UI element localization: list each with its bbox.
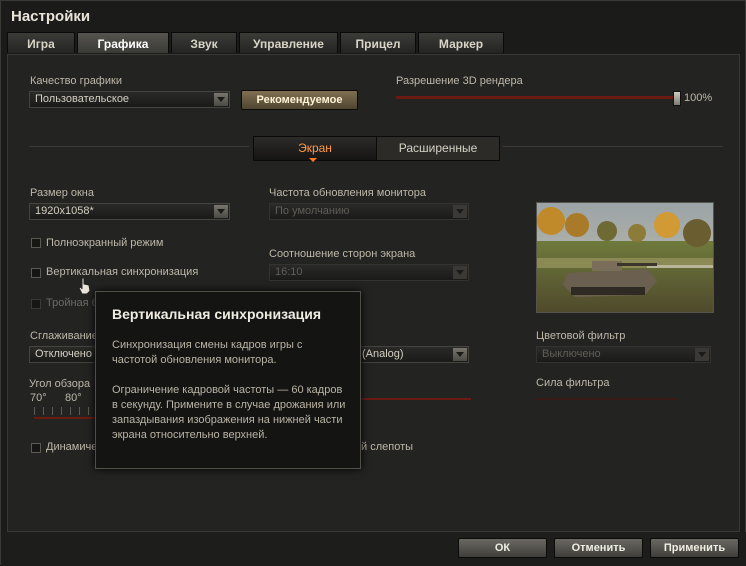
refresh-rate-select[interactable]: По умолчанию [269, 203, 469, 220]
vsync-label: Вертикальная синхронизация [46, 266, 199, 278]
triple-buffer-label: Тройная б [46, 297, 98, 309]
monitor-select-value: (Analog) [362, 348, 404, 360]
render-resolution-value: 100% [684, 92, 713, 104]
fov-max-label: 80° [65, 392, 82, 404]
chevron-down-icon [214, 93, 228, 106]
hand-cursor-icon [78, 277, 91, 295]
window-size-value: 1920x1058* [35, 205, 94, 217]
dynamic-checkbox[interactable] [31, 443, 41, 453]
recommended-button[interactable]: Рекомендуемое [241, 90, 358, 110]
colorblind-label: й слепоты [361, 441, 414, 453]
aspect-ratio-label: Соотношение сторон экрана [269, 248, 416, 260]
dynamic-label: Динамиче [46, 441, 98, 453]
chevron-down-icon [214, 205, 228, 218]
color-filter-label: Цветовой фильтр [536, 330, 626, 342]
tab-sound[interactable]: Звук [171, 32, 237, 53]
tab-marker[interactable]: Маркер [418, 32, 504, 53]
tooltip-text-2: Ограничение кадровой частоты — 60 кадров… [112, 384, 346, 441]
ok-button[interactable]: ОК [458, 538, 547, 558]
chevron-down-icon [695, 348, 709, 361]
tab-crosshair[interactable]: Прицел [340, 32, 416, 53]
quality-select[interactable]: Пользовательское [29, 91, 230, 108]
main-tabs: Игра Графика Звук Управление Прицел Марк… [7, 32, 506, 54]
apply-button[interactable]: Применить [650, 538, 739, 558]
preview-image [536, 202, 714, 313]
refresh-rate-value: По умолчанию [275, 205, 350, 217]
window-size-select[interactable]: 1920x1058* [29, 203, 230, 220]
color-filter-select[interactable]: Выключено [536, 346, 711, 363]
quality-label: Качество графики [30, 75, 122, 87]
chevron-down-icon [453, 348, 467, 361]
divider-left [29, 146, 249, 147]
aspect-ratio-select[interactable]: 16:10 [269, 264, 469, 281]
render-resolution-handle[interactable] [673, 91, 681, 106]
active-subtab-indicator-icon [309, 158, 317, 162]
tab-graphics[interactable]: Графика [77, 32, 169, 53]
filter-strength-label: Сила фильтра [536, 377, 610, 389]
window-size-label: Размер окна [30, 187, 94, 199]
smoothing-select[interactable]: Отключено [29, 346, 99, 363]
smoothing-value: Отключено [35, 348, 92, 360]
graphics-subtabs: Экран Расширенные [253, 136, 500, 161]
cancel-button[interactable]: Отменить [554, 538, 643, 558]
fov-label: Угол обзора [29, 378, 91, 390]
tooltip-title: Вертикальная синхронизация [112, 306, 322, 322]
subtab-advanced[interactable]: Расширенные [377, 137, 499, 160]
settings-window: Настройки Игра Графика Звук Управление П… [0, 0, 746, 566]
quality-select-value: Пользовательское [35, 93, 130, 105]
colorblind-slider[interactable] [361, 398, 471, 400]
smoothing-label: Сглаживание [30, 330, 98, 342]
color-filter-value: Выключено [542, 348, 601, 360]
fov-ticks [34, 407, 96, 415]
monitor-select[interactable]: (Analog) [356, 346, 469, 363]
window-title: Настройки [11, 8, 91, 25]
tab-game[interactable]: Игра [7, 32, 75, 53]
refresh-rate-label: Частота обновления монитора [269, 187, 426, 199]
tab-controls[interactable]: Управление [239, 32, 338, 53]
chevron-down-icon [453, 266, 467, 279]
fullscreen-label: Полноэкранный режим [46, 237, 164, 249]
fullscreen-checkbox[interactable] [31, 238, 41, 248]
vsync-tooltip: Вертикальная синхронизация Синхронизация… [95, 291, 361, 469]
aspect-ratio-value: 16:10 [275, 266, 303, 278]
render-resolution-slider[interactable] [396, 96, 678, 99]
fov-min-label: 70° [30, 392, 47, 404]
triple-buffer-checkbox[interactable] [31, 299, 41, 309]
fov-slider[interactable] [34, 417, 96, 419]
subtab-screen[interactable]: Экран [254, 137, 377, 160]
filter-strength-slider[interactable] [536, 398, 678, 400]
divider-right [503, 146, 723, 147]
chevron-down-icon [453, 205, 467, 218]
render-resolution-label: Разрешение 3D рендера [396, 75, 523, 87]
vsync-checkbox[interactable] [31, 268, 41, 278]
tooltip-text-1: Синхронизация смены кадров игры с частот… [112, 339, 303, 366]
